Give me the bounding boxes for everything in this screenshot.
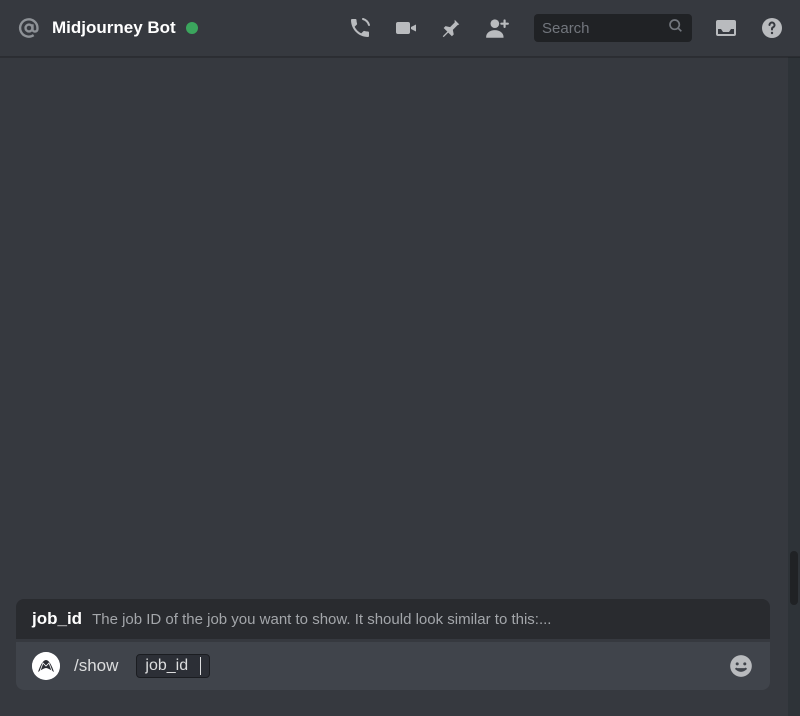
emoji-icon[interactable]: [728, 653, 754, 679]
search-input[interactable]: [542, 20, 668, 37]
message-input-bar[interactable]: /show job_id: [16, 642, 770, 690]
search-icon: [668, 18, 684, 39]
composer-section: job_id The job ID of the job you want to…: [16, 599, 770, 690]
command-text: /show: [74, 656, 118, 676]
text-cursor: [200, 657, 201, 675]
scrollbar-thumb[interactable]: [790, 551, 798, 605]
scrollbar-track[interactable]: [788, 57, 800, 716]
pin-icon[interactable]: [440, 17, 462, 39]
channel-title: Midjourney Bot: [52, 18, 176, 38]
header-actions: [348, 14, 784, 42]
param-hint-description: The job ID of the job you want to show. …: [92, 611, 551, 628]
video-icon[interactable]: [394, 16, 418, 40]
header-bar: Midjourney Bot: [0, 0, 800, 57]
add-friend-icon[interactable]: [484, 15, 510, 41]
header-left: Midjourney Bot: [16, 15, 348, 41]
param-label: job_id: [145, 657, 188, 675]
at-icon: [16, 15, 42, 41]
search-box[interactable]: [534, 14, 692, 42]
param-capsule[interactable]: job_id: [136, 654, 210, 678]
bot-avatar: [32, 652, 60, 680]
inbox-icon[interactable]: [714, 16, 738, 40]
call-icon[interactable]: [348, 16, 372, 40]
param-hint-label: job_id: [32, 609, 82, 629]
help-icon[interactable]: [760, 16, 784, 40]
param-hint-bar: job_id The job ID of the job you want to…: [16, 599, 770, 639]
status-indicator: [186, 22, 198, 34]
